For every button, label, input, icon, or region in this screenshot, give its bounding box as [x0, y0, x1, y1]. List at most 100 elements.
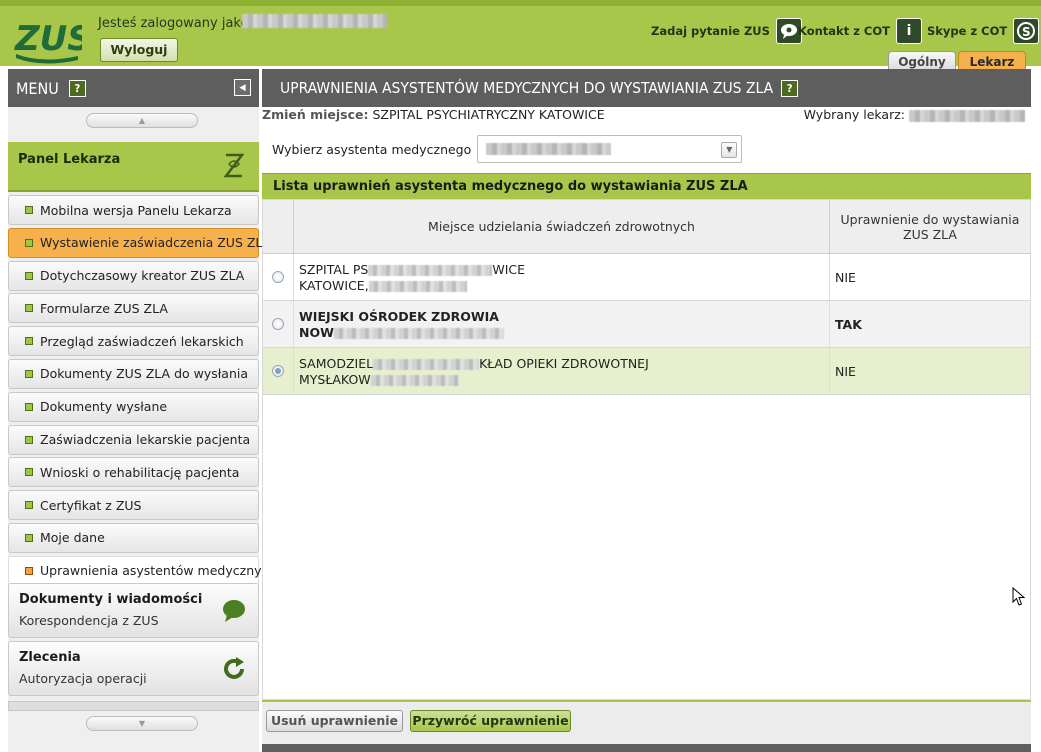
footer-bar: [262, 744, 1031, 752]
doctor-label: Wybrany lekarz:: [803, 107, 905, 122]
section-documents-messages[interactable]: Dokumenty i wiadomości Korespondencja z …: [8, 583, 259, 638]
refresh-icon: [222, 657, 246, 681]
logged-user-name: [242, 14, 387, 28]
row-radio[interactable]: [272, 318, 284, 330]
redacted-text: [373, 359, 480, 370]
bullet-icon: [25, 337, 33, 346]
section-subtitle: Korespondencja z ZUS: [19, 613, 159, 628]
chevron-down-icon[interactable]: ▼: [721, 142, 738, 158]
place-cell: SAMODZIEL KŁAD OPIEKI ZDROWOTNEJ MYSŁAKOW: [294, 348, 830, 394]
top-header: ZUS Jesteś zalogowany jako: Wyloguj Zada…: [0, 0, 1041, 72]
permission-cell: NIE: [835, 269, 856, 285]
permission-column-header: Uprawnienie do wystawiania ZUS ZLA: [840, 211, 1020, 242]
sidebar-item-review-certificates[interactable]: Przegląd zaświadczeń lekarskich: [8, 326, 259, 357]
logout-button[interactable]: Wyloguj: [100, 38, 178, 62]
caduceus-icon: [223, 152, 245, 180]
place-line2: NOW: [299, 325, 334, 340]
row-radio[interactable]: [272, 365, 284, 377]
sidebar-item-assistant-permissions[interactable]: Uprawnienia asystentów medycznych: [8, 555, 276, 586]
section-subtitle: Autoryzacja operacji: [19, 671, 147, 686]
main-content: UPRAWNIENIA ASYSTENTÓW MEDYCZNYCH DO WYS…: [262, 69, 1031, 752]
sidebar-item-zla-forms[interactable]: Formularze ZUS ZLA: [8, 293, 259, 324]
zus-logo: ZUS: [12, 16, 92, 64]
skype-icon: S: [1013, 18, 1040, 44]
skype-cot-label: Skype z COT: [927, 24, 1008, 38]
sidebar-item-label: Dokumenty ZUS ZLA do wysłania: [40, 366, 249, 382]
sidebar-item-label: Moje dane: [40, 530, 105, 546]
sidebar-item-label: Wystawienie zaświadczenia ZUS ZLA: [40, 235, 272, 251]
place-value: SZPITAL PSYCHIATRYCZNY KATOWICE: [372, 107, 605, 122]
bullet-icon: [25, 238, 33, 247]
bullet-icon: [25, 402, 33, 411]
bullet-icon: [25, 468, 33, 477]
place-line2: KATOWICE,: [299, 278, 369, 293]
row-radio[interactable]: [272, 271, 284, 283]
bullet-icon: [25, 271, 33, 280]
change-place-link[interactable]: Zmień miejsce: SZPITAL PSYCHIATRYCZNY KA…: [262, 107, 605, 123]
sidebar-item-label: Certyfikat z ZUS: [40, 497, 142, 513]
scroll-up-button[interactable]: ▲: [86, 113, 198, 128]
ask-zus-link[interactable]: Zadaj pytanie ZUS: [651, 18, 802, 44]
menu-items: Mobilna wersja Panelu Lekarza Wystawieni…: [8, 195, 276, 589]
sidebar-item-label: Dotychczasowy kreator ZUS ZLA: [40, 268, 245, 284]
place-label: Zmień miejsce:: [262, 107, 369, 122]
doctor-name: [909, 109, 1025, 122]
bullet-icon: [25, 435, 33, 444]
assistant-selected-value: [486, 143, 612, 155]
assistant-label: Wybierz asystenta medycznego: [272, 141, 472, 157]
sidebar-item-old-wizard[interactable]: Dotychczasowy kreator ZUS ZLA: [8, 260, 259, 291]
list-title: Lista uprawnień asystenta medycznego do …: [262, 173, 1031, 199]
selected-doctor: Wybrany lekarz:: [804, 107, 1025, 123]
restore-permission-button[interactable]: Przywróć uprawnienie: [410, 710, 571, 732]
login-label: Jesteś zalogowany jako:: [98, 16, 253, 31]
bullet-icon: [25, 501, 33, 510]
sidebar-item-mobile-panel[interactable]: Mobilna wersja Panelu Lekarza: [8, 195, 259, 225]
skype-cot-link[interactable]: Skype z COT S: [927, 18, 1040, 44]
sidebar-item-label: Dokumenty wysłane: [40, 399, 168, 415]
help-icon[interactable]: ?: [68, 79, 86, 97]
panel-lekarza-label: Panel Lekarza: [18, 152, 121, 167]
table-row-selected[interactable]: SAMODZIEL KŁAD OPIEKI ZDROWOTNEJ MYSŁAKOW…: [263, 348, 1030, 395]
table-row[interactable]: SZPITAL PS WICE KATOWICE, NIE: [263, 254, 1030, 301]
sidebar-item-my-data[interactable]: Moje dane: [8, 522, 259, 553]
info-bar: Zmień miejsce: SZPITAL PSYCHIATRYCZNY KA…: [262, 107, 1031, 123]
select-column-header: [263, 200, 294, 253]
assistant-select[interactable]: ▼: [477, 135, 743, 163]
bullet-icon: [25, 566, 33, 575]
sidebar-item-patient-certificates[interactable]: Zaświadczenia lekarskie pacjenta: [8, 424, 259, 455]
sidebar-item-sent-docs[interactable]: Dokumenty wysłane: [8, 391, 259, 422]
permission-cell: NIE: [835, 363, 856, 379]
sidebar-item-certificate[interactable]: Certyfikat z ZUS: [8, 490, 259, 521]
sidebar-item-label: Przegląd zaświadczeń lekarskich: [40, 333, 244, 349]
scroll-down-button[interactable]: ▼: [86, 716, 198, 731]
redacted-text: [333, 328, 504, 339]
bullet-icon: [25, 533, 33, 542]
redacted-text: [368, 281, 467, 292]
sidebar-item-label: Uprawnienia asystentów medycznych: [40, 563, 277, 579]
help-icon[interactable]: ?: [781, 79, 799, 97]
place-cell: WIEJSKI OŚRODEK ZDROWIA NOW: [294, 301, 830, 347]
contact-cot-link[interactable]: Kontakt z COT i: [798, 18, 922, 44]
speech-bubble-icon: [222, 599, 246, 623]
page-header: UPRAWNIENIA ASYSTENTÓW MEDYCZNYCH DO WYS…: [262, 69, 1031, 107]
mouse-cursor-icon: [1012, 587, 1026, 606]
collapsed-section: [8, 701, 259, 711]
remove-permission-button[interactable]: Usuń uprawnienie: [266, 710, 403, 732]
redacted-text: [370, 375, 459, 386]
table-row[interactable]: WIEJSKI OŚRODEK ZDROWIA NOW TAK: [263, 301, 1030, 348]
collapse-menu-icon[interactable]: ◀: [234, 79, 251, 96]
place-line2: MYSŁAKOW: [299, 372, 371, 387]
section-orders[interactable]: Zlecenia Autoryzacja operacji: [8, 641, 259, 696]
section-title: Dokumenty i wiadomości: [19, 592, 203, 607]
action-bar: Usuń uprawnienie Przywróć uprawnienie: [262, 700, 1031, 744]
assistant-selector-row: Wybierz asystenta medycznego ▼: [272, 135, 743, 163]
place-line1: SZPITAL PS: [299, 262, 369, 277]
place-line1: WIEJSKI OŚRODEK ZDROWIA: [299, 309, 499, 324]
sidebar-item-docs-to-send[interactable]: Dokumenty ZUS ZLA do wysłania: [8, 358, 259, 389]
panel-lekarza-header[interactable]: Panel Lekarza: [8, 142, 259, 192]
sidebar-item-issue-zla[interactable]: Wystawienie zaświadczenia ZUS ZLA: [8, 227, 271, 258]
sidebar-item-rehab-requests[interactable]: Wnioski o rehabilitację pacjenta: [8, 457, 259, 488]
contact-cot-label: Kontakt z COT: [798, 24, 890, 38]
permission-cell: TAK: [835, 316, 862, 332]
sidebar-item-label: Formularze ZUS ZLA: [40, 300, 168, 316]
